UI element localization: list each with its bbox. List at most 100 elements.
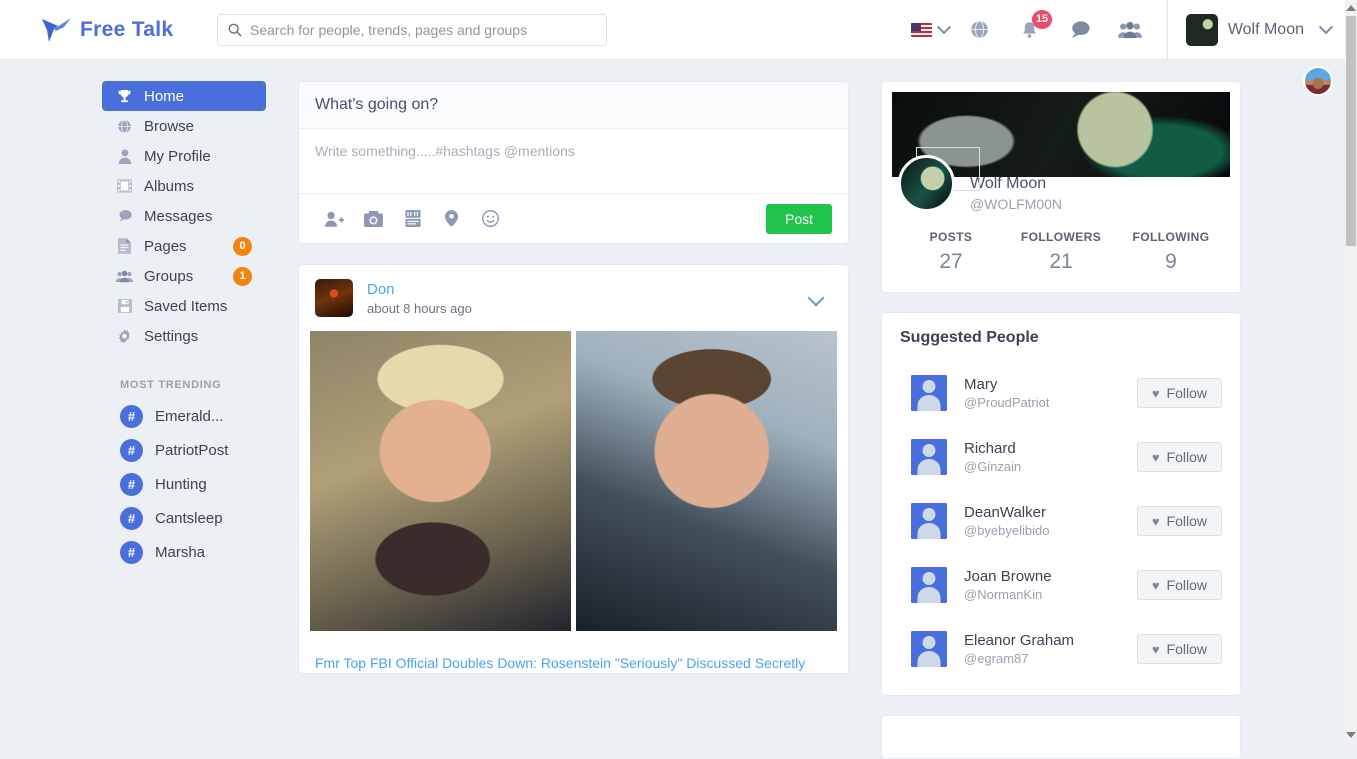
follow-label: Follow [1166,385,1207,401]
user-icon [116,148,133,164]
main-feed-column: What's going on? Write something.....#ha… [298,81,849,674]
chat-contact-avatar[interactable] [1303,66,1333,96]
avatar[interactable] [911,375,947,411]
sidebar-item-home[interactable]: Home [102,81,266,111]
search-icon [228,23,242,37]
stat-following[interactable]: FOLLOWING 9 [1116,230,1226,274]
bird-logo-icon [42,17,71,42]
suggested-person-info: Richard @Ginzain [964,440,1021,474]
avatar[interactable] [911,439,947,475]
post-timestamp: about 8 hours ago [367,300,472,316]
post-composer: What's going on? Write something.....#ha… [298,81,849,244]
sidebar-label: Settings [144,327,199,345]
trending-item-3[interactable]: # Cantsleep [102,501,266,535]
trending-section-title: MOST TRENDING [120,379,222,391]
suggested-person-name[interactable]: Eleanor Graham [964,632,1074,649]
follow-button[interactable]: ♥ Follow [1136,378,1222,408]
trending-item-2[interactable]: # Hunting [102,467,266,501]
sidebar-label: Albums [144,177,195,195]
sidebar-item-saved-items[interactable]: Saved Items [102,291,266,321]
sidebar-item-pages[interactable]: Pages 0 [102,231,266,261]
follow-label: Follow [1166,641,1207,657]
suggested-person-info: Joan Browne @NormanKin [964,568,1052,602]
post-options-chevron-down-icon[interactable] [807,289,825,307]
follow-button[interactable]: ♥ Follow [1136,506,1222,536]
sidebar-label: Groups [144,267,194,285]
trending-label: Emerald... [155,407,224,425]
sidebar-item-messages[interactable]: Messages [102,201,266,231]
post-author-block: Don about 8 hours ago [367,281,472,316]
stat-posts[interactable]: POSTS 27 [896,230,1006,274]
sidebar-item-settings[interactable]: Settings [102,321,266,351]
location-icon[interactable] [432,204,471,234]
camera-icon[interactable] [354,204,393,234]
chat-icon [116,209,133,223]
scrollbar-thumb[interactable] [1346,16,1356,246]
trophy-icon [116,89,133,104]
composer-input[interactable] [315,143,832,189]
feed-post: Don about 8 hours ago Fmr Top FBI Offici… [298,264,849,674]
post-author-avatar[interactable] [315,279,353,317]
avatar[interactable] [911,567,947,603]
scroll-up-arrow[interactable] [1345,0,1357,16]
user-menu[interactable]: Wolf Moon [1166,0,1345,59]
profile-stats: POSTS 27 FOLLOWERS 21 FOLLOWING 9 [882,230,1240,274]
heart-icon: ♥ [1151,577,1160,593]
notifications-button[interactable]: 15 [1005,0,1055,60]
stat-value: 27 [939,250,963,273]
film-icon [116,179,133,193]
trending-item-4[interactable]: # Marsha [102,535,266,569]
avatar[interactable] [911,503,947,539]
friend-requests-button[interactable] [1105,0,1155,60]
follow-button[interactable]: ♥ Follow [1136,442,1222,472]
search-box[interactable] [217,13,607,46]
suggested-person-name[interactable]: Richard [964,440,1021,457]
sidebar-label: Saved Items [144,297,228,315]
emoji-icon[interactable] [471,204,510,234]
stat-label: POSTS [929,230,973,244]
suggested-person-name[interactable]: DeanWalker [964,504,1049,521]
suggested-person-info: Eleanor Graham @egram87 [964,632,1074,666]
globe-icon [971,20,989,39]
trending-label: Hunting [155,475,207,493]
post-button[interactable]: Post [765,203,832,234]
browse-globe-button[interactable] [955,0,1005,60]
scroll-down-arrow[interactable] [1345,727,1357,743]
sidebar-item-albums[interactable]: Albums [102,171,266,201]
follow-button[interactable]: ♥ Follow [1136,634,1222,664]
post-link-headline[interactable]: Fmr Top FBI Official Doubles Down: Rosen… [299,631,848,673]
follow-button[interactable]: ♥ Follow [1136,570,1222,600]
avatar[interactable] [911,631,947,667]
profile-avatar[interactable] [898,155,955,212]
sidebar-label: Pages [144,237,187,255]
messages-button[interactable] [1055,0,1105,60]
suggested-person-name[interactable]: Joan Browne [964,568,1052,585]
suggested-person-row: DeanWalker @byebyelibido ♥ Follow [900,489,1222,553]
stat-value: 9 [1165,250,1177,273]
post-image-left[interactable] [310,331,571,631]
hashtag-icon: # [120,506,143,530]
avatar [1185,13,1218,46]
trending-label: Cantsleep [155,509,223,527]
language-selector[interactable] [905,19,955,37]
page-scrollbar[interactable] [1345,0,1357,743]
trending-item-1[interactable]: # PatriotPost [102,433,266,467]
youtube-icon[interactable] [393,204,432,234]
heart-icon: ♥ [1151,449,1160,465]
sidebar-item-my-profile[interactable]: My Profile [102,141,266,171]
globe-icon [116,119,133,134]
composer-toolbar: Post [299,193,848,243]
suggested-people-title: Suggested People [900,329,1039,346]
brand-logo-link[interactable]: Free Talk [40,15,210,45]
stat-followers[interactable]: FOLLOWERS 21 [1006,230,1116,274]
hashtag-icon: # [120,540,143,564]
stat-label: FOLLOWERS [1020,230,1102,244]
suggested-person-name[interactable]: Mary [964,376,1049,393]
trending-item-0[interactable]: # Emerald... [102,399,266,433]
search-input[interactable] [250,21,596,38]
tag-friend-icon[interactable] [315,204,354,234]
sidebar-item-groups[interactable]: Groups 1 [102,261,266,291]
post-image-right[interactable] [576,331,837,631]
sidebar-item-browse[interactable]: Browse [102,111,266,141]
post-author-name[interactable]: Don [367,281,472,298]
